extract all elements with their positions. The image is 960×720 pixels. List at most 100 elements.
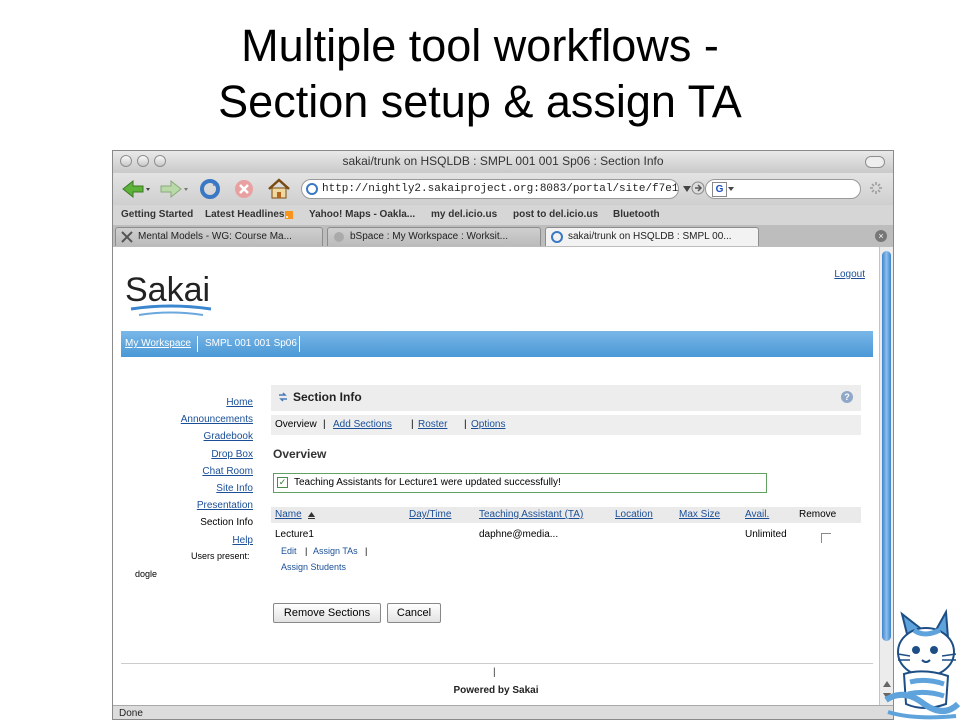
sort-ascending-icon[interactable] bbox=[307, 511, 316, 519]
success-check-icon: ✓ bbox=[277, 477, 288, 488]
column-day-time[interactable]: Day/Time bbox=[409, 507, 451, 523]
remove-sections-button[interactable]: Remove Sections bbox=[273, 603, 381, 623]
column-availability[interactable]: Avail. bbox=[745, 507, 769, 523]
window-titlebar: sakai/trunk on HSQLDB : SMPL 001 001 Sp0… bbox=[113, 151, 893, 174]
site-tab-smpl[interactable]: SMPL 001 001 Sp06 bbox=[201, 331, 301, 357]
overview-heading: Overview bbox=[273, 447, 327, 461]
sections-table-header: Name Day/Time Teaching Assistant (TA) Lo… bbox=[271, 507, 861, 523]
back-arrow-icon bbox=[122, 179, 150, 199]
bookmark-my-delicious[interactable]: my del.icio.us bbox=[431, 205, 497, 225]
row-link-separator: | bbox=[365, 546, 368, 556]
section-ta: daphne@media... bbox=[479, 529, 559, 540]
reset-tool-icon[interactable] bbox=[277, 391, 289, 403]
footer-divider bbox=[121, 663, 873, 664]
bookmark-yahoo-maps[interactable]: Yahoo! Maps - Oakla... bbox=[309, 205, 415, 225]
scrollbar-thumb[interactable] bbox=[882, 251, 891, 641]
browser-tab-sakai[interactable]: sakai/trunk on HSQLDB : SMPL 00... bbox=[545, 227, 759, 246]
slide-title-line2: Section setup & assign TA bbox=[218, 76, 742, 127]
success-message-text: Teaching Assistants for Lecture1 were up… bbox=[294, 477, 561, 488]
browser-tab-mental-models[interactable]: Mental Models - WG: Course Ma... bbox=[115, 227, 323, 246]
window-title: sakai/trunk on HSQLDB : SMPL 001 001 Sp0… bbox=[342, 154, 664, 168]
site-favicon-icon bbox=[306, 183, 318, 195]
tool-drop-box[interactable]: Drop Box bbox=[211, 449, 253, 460]
tool-gradebook[interactable]: Gradebook bbox=[204, 431, 253, 442]
cancel-button[interactable]: Cancel bbox=[387, 603, 441, 623]
browser-window: sakai/trunk on HSQLDB : SMPL 001 001 Sp0… bbox=[112, 150, 894, 720]
bookmarks-toolbar: Getting Started Latest Headlines Yahoo! … bbox=[113, 205, 893, 225]
tool-title: Section Info bbox=[293, 390, 362, 404]
bookmark-post-delicious[interactable]: post to del.icio.us bbox=[513, 205, 598, 225]
tool-presentation[interactable]: Presentation bbox=[197, 500, 253, 511]
home-icon bbox=[268, 178, 290, 199]
site-navigation-bar: My Workspace SMPL 001 001 Sp06 bbox=[121, 331, 873, 357]
remove-section-checkbox[interactable] bbox=[821, 533, 831, 543]
toolbar-toggle-icon[interactable] bbox=[865, 156, 885, 168]
page-content: Sakai Logout My Workspace SMPL 001 001 S… bbox=[113, 247, 879, 705]
tool-nav-add-sections[interactable]: Add Sections bbox=[333, 415, 392, 435]
powered-by-sakai: Powered by Sakai bbox=[453, 685, 539, 696]
forward-button[interactable] bbox=[157, 176, 191, 202]
sakai-logo-text: Sakai bbox=[125, 271, 210, 309]
close-tab-icon[interactable]: × bbox=[875, 230, 887, 242]
bookmark-getting-started[interactable]: Getting Started bbox=[121, 205, 193, 225]
assign-tas-link[interactable]: Assign TAs bbox=[313, 546, 358, 556]
reload-icon bbox=[200, 179, 220, 199]
forward-arrow-icon bbox=[160, 179, 188, 199]
assign-students-link[interactable]: Assign Students bbox=[281, 562, 346, 572]
stop-button[interactable] bbox=[231, 176, 257, 202]
tool-nav-options[interactable]: Options bbox=[471, 415, 505, 435]
tab-favicon-icon bbox=[121, 231, 133, 243]
search-engine-icon[interactable]: G bbox=[712, 182, 727, 197]
home-button[interactable] bbox=[265, 176, 293, 202]
sakai-logo: Sakai bbox=[125, 271, 212, 316]
tool-home[interactable]: Home bbox=[226, 397, 253, 408]
slide-title-line1: Multiple tool workflows - bbox=[241, 20, 719, 71]
cat-mascot-illustration bbox=[884, 608, 960, 720]
status-bar: Done bbox=[113, 705, 893, 719]
edit-section-link[interactable]: Edit bbox=[281, 546, 297, 556]
search-field[interactable]: G bbox=[705, 179, 861, 199]
address-url: http://nightly2.sakaiproject.org:8083/po… bbox=[322, 183, 679, 195]
section-name: Lecture1 bbox=[275, 529, 314, 540]
column-name[interactable]: Name bbox=[275, 507, 302, 523]
site-tab-my-workspace[interactable]: My Workspace bbox=[121, 331, 195, 357]
section-info-tool: Section Info ? Overview | Add Sections |… bbox=[271, 385, 861, 685]
bookmark-latest-headlines[interactable]: Latest Headlines bbox=[205, 205, 284, 225]
tool-nav-separator: | bbox=[323, 419, 326, 430]
tool-nav-roster[interactable]: Roster bbox=[418, 415, 447, 435]
url-dropdown-icon[interactable] bbox=[683, 185, 691, 193]
tab-label: sakai/trunk on HSQLDB : SMPL 00... bbox=[568, 231, 732, 242]
site-tab-divider bbox=[299, 336, 300, 352]
tool-help[interactable]: Help bbox=[232, 535, 253, 546]
browser-tab-bar: Mental Models - WG: Course Ma... bSpace … bbox=[113, 225, 893, 248]
column-remove: Remove bbox=[799, 509, 837, 520]
tool-announcements[interactable]: Announcements bbox=[181, 414, 253, 425]
slide-title: Multiple tool workflows - Section setup … bbox=[0, 18, 960, 130]
tool-nav-separator: | bbox=[411, 419, 414, 430]
column-location[interactable]: Location bbox=[615, 507, 653, 523]
tool-site-info[interactable]: Site Info bbox=[216, 483, 253, 494]
column-max-size[interactable]: Max Size bbox=[679, 507, 720, 523]
back-button[interactable] bbox=[119, 176, 153, 202]
browser-tab-bspace[interactable]: bSpace : My Workspace : Worksit... bbox=[327, 227, 541, 246]
go-button-icon[interactable] bbox=[691, 181, 705, 195]
section-availability: Unlimited bbox=[745, 529, 787, 540]
navigation-toolbar: http://nightly2.sakaiproject.org:8083/po… bbox=[113, 173, 893, 205]
tool-chat-room[interactable]: Chat Room bbox=[202, 466, 253, 477]
bookmark-bluetooth[interactable]: Bluetooth bbox=[613, 205, 660, 225]
column-teaching-assistant[interactable]: Teaching Assistant (TA) bbox=[479, 507, 583, 523]
site-tab-divider bbox=[197, 336, 198, 352]
rss-feed-icon bbox=[285, 211, 293, 219]
tab-favicon-icon bbox=[334, 232, 344, 242]
tool-section-info: Section Info bbox=[200, 517, 253, 528]
users-present-label: Users present: bbox=[191, 551, 250, 561]
present-user: dogle bbox=[135, 569, 158, 579]
tool-header: Section Info ? bbox=[271, 385, 861, 411]
help-icon[interactable]: ? bbox=[841, 391, 853, 403]
reload-button[interactable] bbox=[197, 176, 223, 202]
tab-label: Mental Models - WG: Course Ma... bbox=[138, 231, 292, 242]
row-link-separator: | bbox=[305, 546, 308, 556]
address-bar[interactable]: http://nightly2.sakaiproject.org:8083/po… bbox=[301, 179, 679, 199]
tab-label: bSpace : My Workspace : Worksit... bbox=[350, 231, 509, 242]
logout-link[interactable]: Logout bbox=[834, 269, 865, 280]
